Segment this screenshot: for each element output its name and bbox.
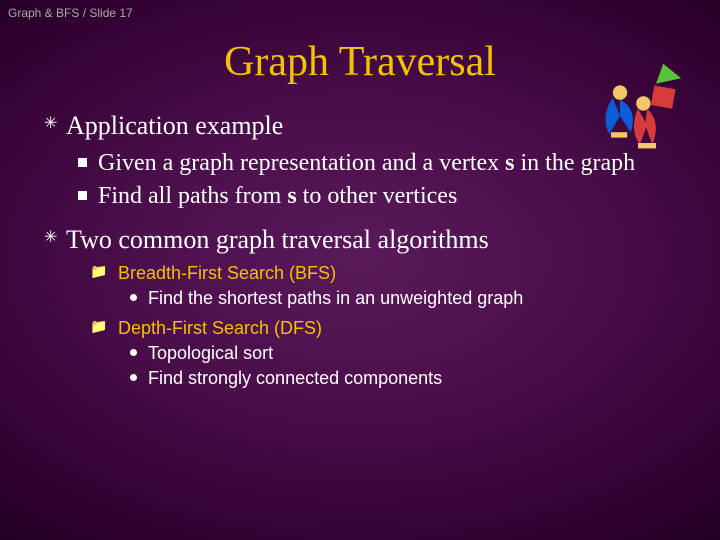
bullet-given-graph: Given a graph representation and a verte… [74, 148, 690, 179]
slide: Graph & BFS / Slide 17 Graph Traversal A… [0, 0, 720, 540]
content-area: Application example Given a graph repres… [0, 110, 720, 391]
text: Find the shortest paths in an unweighted… [148, 288, 523, 308]
text: Breadth-First Search (BFS) [118, 263, 336, 283]
text: to other vertices [297, 183, 458, 209]
bullet-find-paths: Find all paths from s to other vertices [74, 181, 690, 212]
slide-header: Graph & BFS / Slide 17 [0, 0, 720, 20]
bullet-bfs: Breadth-First Search (BFS) [90, 262, 690, 285]
text: Find all paths from [98, 183, 287, 209]
bullet-dfs: Depth-First Search (DFS) [90, 317, 690, 340]
text: Application example [66, 111, 283, 140]
text: Depth-First Search (DFS) [118, 318, 322, 338]
text: Find strongly connected components [148, 368, 442, 388]
text: in the graph [515, 150, 636, 176]
var-s: s [505, 150, 514, 176]
bullet-bfs-shortest: Find the shortest paths in an unweighted… [128, 287, 690, 310]
var-s: s [287, 183, 296, 209]
bullet-dfs-scc: Find strongly connected components [128, 367, 690, 390]
text: Two common graph traversal algorithms [66, 225, 489, 254]
bullet-application-example: Application example [44, 110, 690, 142]
slide-title: Graph Traversal [0, 38, 720, 86]
bullet-dfs-topo: Topological sort [128, 342, 690, 365]
text: Topological sort [148, 343, 273, 363]
bullet-two-algorithms: Two common graph traversal algorithms [44, 224, 690, 256]
text: Given a graph representation and a verte… [98, 150, 505, 176]
